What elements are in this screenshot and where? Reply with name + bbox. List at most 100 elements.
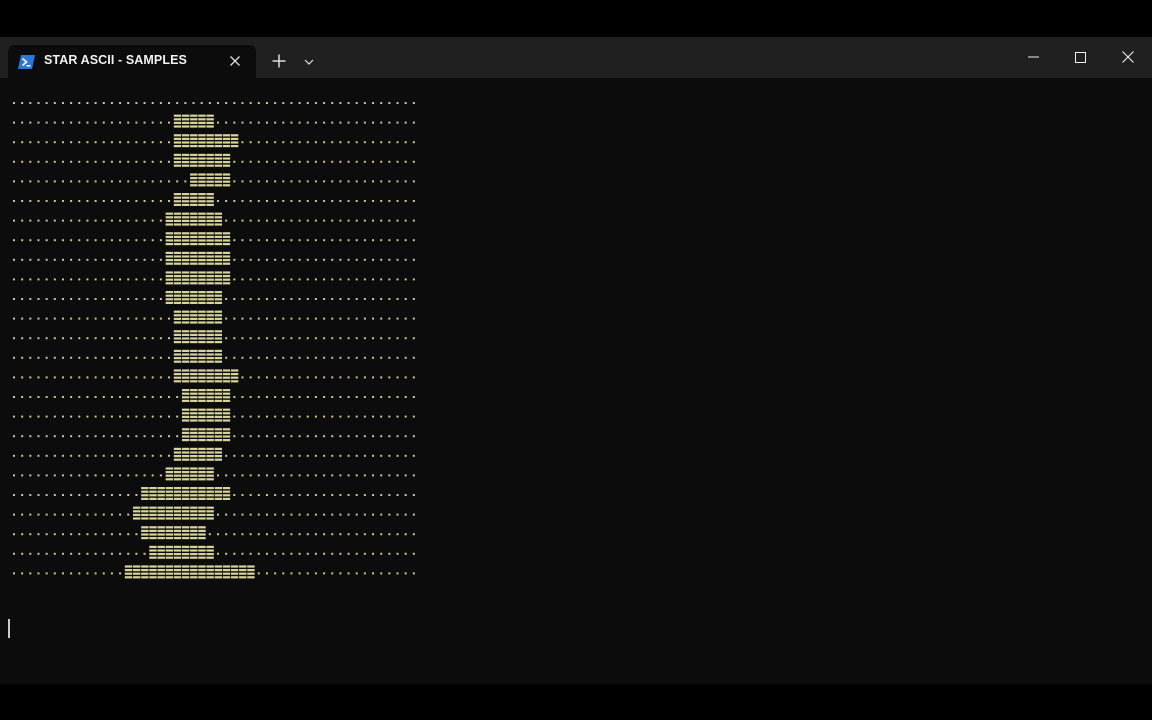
ascii-dot: [94, 258, 97, 261]
ascii-dot: [323, 317, 326, 320]
ascii-figure-cell: [165, 219, 174, 222]
ascii-figure-cell: [190, 380, 198, 383]
ascii-dot: [265, 474, 268, 477]
ascii-dot: [21, 160, 24, 163]
ascii-dot: [119, 180, 122, 183]
ascii-figure-cell: [214, 184, 222, 187]
ascii-figure-cell: [190, 360, 198, 363]
ascii-dot: [363, 552, 366, 555]
ascii-dot: [110, 494, 113, 496]
ascii-dot: [159, 200, 162, 202]
ascii-dot: [233, 396, 236, 398]
ascii-dot: [323, 494, 326, 496]
ascii-figure-cell: [214, 447, 222, 450]
ascii-figure-cell: [206, 431, 214, 434]
close-icon[interactable]: [1105, 37, 1151, 77]
ascii-dot: [86, 474, 89, 477]
chevron-down-icon[interactable]: [298, 52, 320, 72]
ascii-dot: [323, 337, 326, 340]
ascii-dot: [347, 513, 350, 516]
ascii-dot: [347, 102, 350, 104]
tab-star-ascii-samples[interactable]: STAR ASCII - SAMPLES: [8, 45, 256, 78]
ascii-dot: [323, 552, 326, 555]
ascii-dot: [78, 239, 81, 242]
ascii-dot: [45, 278, 48, 281]
ascii-dot: [37, 572, 40, 575]
ascii-dot: [249, 317, 252, 320]
close-tab-icon[interactable]: [226, 52, 244, 70]
ascii-dot: [412, 121, 415, 124]
new-tab-icon[interactable]: [266, 50, 292, 72]
ascii-dot: [404, 317, 407, 320]
ascii-figure-cell: [173, 487, 182, 490]
ascii-figure-cell: [165, 251, 174, 254]
ascii-figure-cell: [214, 392, 222, 395]
ascii-dot: [217, 121, 219, 124]
ascii-figure-cell: [157, 549, 165, 552]
ascii-figure-cell: [173, 314, 182, 317]
ascii-dot: [331, 239, 334, 242]
maximize-icon[interactable]: [1057, 37, 1103, 77]
ascii-dot: [404, 415, 407, 418]
ascii-figure-cell: [149, 487, 157, 490]
ascii-dot: [233, 356, 236, 359]
ascii-dot: [396, 317, 399, 320]
ascii-dot: [45, 298, 48, 300]
ascii-dot: [135, 415, 138, 418]
ascii-figure-cell: [214, 360, 222, 363]
ascii-figure-cell: [181, 141, 190, 144]
ascii-figure-cell: [181, 471, 190, 474]
ascii-dot: [257, 435, 260, 438]
ascii-dot: [347, 396, 350, 398]
ascii-dot: [61, 533, 64, 536]
ascii-dot: [135, 160, 138, 163]
ascii-dot: [86, 356, 89, 359]
ascii-dot: [176, 435, 179, 438]
ascii-figure-cell: [198, 301, 206, 304]
ascii-dot: [37, 278, 40, 281]
ascii-dot: [339, 415, 342, 418]
ascii-figure-cell: [181, 487, 190, 490]
ascii-dot: [176, 180, 179, 183]
ascii-dot: [363, 513, 366, 516]
ascii-figure-cell: [181, 537, 190, 540]
ascii-dot: [21, 494, 24, 496]
ascii-dot: [380, 572, 383, 575]
ascii-figure-cell: [190, 317, 198, 320]
ascii-dot: [102, 278, 105, 281]
ascii-dot: [159, 337, 162, 340]
ascii-figure-cell: [149, 572, 157, 575]
ascii-dot: [21, 200, 24, 202]
ascii-dot: [176, 102, 179, 104]
ascii-dot: [53, 121, 56, 124]
ascii-dot: [323, 278, 326, 281]
ascii-figure-cell: [181, 526, 190, 529]
ascii-dot: [396, 258, 399, 261]
ascii-dot: [298, 200, 301, 202]
ascii-figure-cell: [190, 330, 198, 333]
ascii-dot: [86, 533, 89, 536]
ascii-dot: [257, 258, 260, 261]
ascii-dot: [347, 278, 350, 281]
ascii-figure-cell: [198, 223, 206, 226]
ascii-figure-cell: [214, 399, 222, 402]
ascii-dot: [233, 200, 236, 202]
ascii-figure-cell: [214, 239, 222, 242]
ascii-figure-cell: [214, 212, 222, 215]
ascii-row: [13, 506, 415, 520]
ascii-dot: [372, 454, 375, 457]
terminal-output[interactable]: [0, 78, 1152, 684]
ascii-figure-cell: [173, 490, 182, 493]
minimize-icon[interactable]: [1010, 37, 1056, 77]
ascii-dot: [298, 572, 301, 575]
ascii-dot: [380, 337, 383, 340]
ascii-dot: [265, 278, 268, 281]
ascii-figure-cell: [190, 121, 198, 124]
ascii-dot: [265, 219, 268, 222]
ascii-dot: [388, 102, 391, 104]
ascii-figure-cell: [206, 114, 214, 117]
ascii-dot: [339, 180, 342, 183]
ascii-figure-cell: [190, 458, 198, 461]
ascii-dot: [314, 317, 317, 320]
ascii-figure-cell: [222, 399, 231, 402]
